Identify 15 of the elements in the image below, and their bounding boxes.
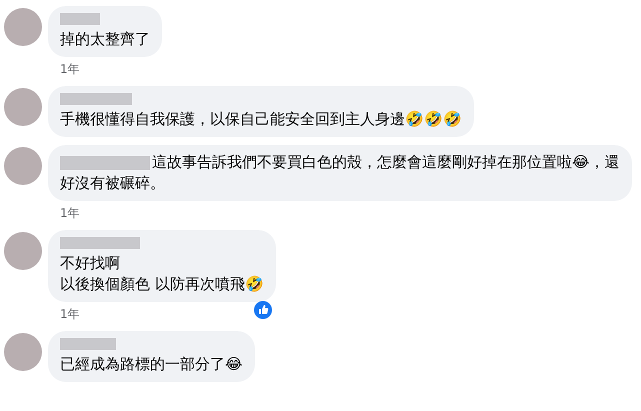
avatar-placeholder[interactable] — [4, 147, 42, 185]
comment-time[interactable]: 1年 — [60, 204, 80, 222]
comment-time[interactable]: 1年 — [60, 60, 80, 78]
avatar-placeholder[interactable] — [4, 232, 42, 270]
comment-text: 掉的太整齊了 — [60, 29, 150, 50]
comment-text: 已經成為路標的一部分了😂 — [60, 354, 243, 375]
comment-text: 手機很懂得自我保護，以保自己能安全回到主人身邊🤣🤣🤣 — [60, 109, 462, 130]
avatar-placeholder[interactable] — [4, 333, 42, 371]
name-placeholder[interactable] — [60, 156, 150, 170]
avatar-placeholder[interactable] — [4, 88, 42, 126]
avatar-placeholder[interactable] — [4, 8, 42, 46]
comment-text: 這故事告訴我們不要買白色的殼，怎麼會這麼剛好掉在那位置啦😂，還好沒有被碾碎。 — [60, 152, 620, 194]
comment-time[interactable]: 1年 — [60, 305, 80, 323]
comment-text: 以後換個顏色 以防再次噴飛🤣 — [60, 274, 264, 295]
comment-text: 不好找啊 — [60, 253, 121, 274]
